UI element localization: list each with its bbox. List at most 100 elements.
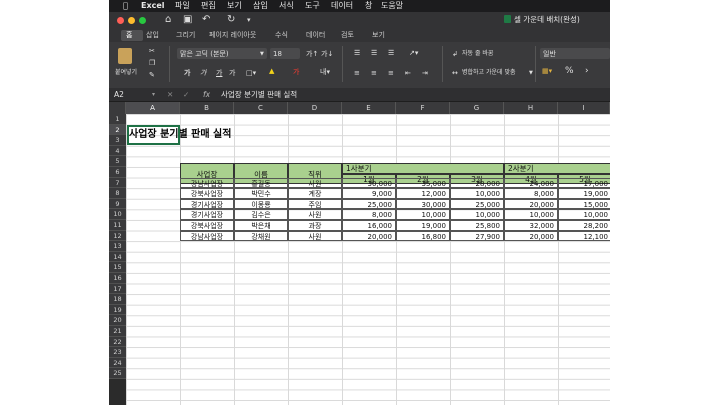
column-header-c[interactable]: C: [234, 102, 288, 114]
table-cell[interactable]: 8,000: [504, 188, 558, 199]
table-cell[interactable]: 17,000: [558, 177, 610, 189]
table-cell[interactable]: 강채원: [234, 230, 288, 242]
tab-data[interactable]: 데이터: [306, 29, 325, 42]
tab-review[interactable]: 검토: [341, 29, 354, 42]
bold-button[interactable]: 가: [184, 68, 190, 78]
row-header[interactable]: 7: [109, 177, 126, 189]
table-cell[interactable]: 25,800: [450, 220, 504, 231]
table-cell[interactable]: 사원: [288, 177, 342, 189]
row-header[interactable]: 14: [109, 251, 126, 263]
tab-page-layout[interactable]: 페이지 레이아웃: [209, 29, 256, 42]
row-header[interactable]: 25: [109, 368, 126, 379]
header-q2[interactable]: 2사분기: [504, 163, 610, 174]
wrap-text-icon[interactable]: ↲: [452, 49, 458, 59]
table-cell[interactable]: 사원: [288, 230, 342, 242]
apple-icon[interactable]: : [123, 0, 128, 12]
minimize-window-button[interactable]: [128, 17, 135, 24]
decrease-indent-icon[interactable]: ⇤: [405, 68, 411, 78]
font-shrink-button[interactable]: 가↓: [321, 49, 333, 59]
table-cell[interactable]: 25,000: [450, 198, 504, 210]
font-grow-button[interactable]: 가↑: [306, 49, 318, 59]
menu-help[interactable]: 도움말: [381, 0, 403, 12]
column-header-b[interactable]: B: [180, 102, 234, 114]
table-cell[interactable]: 과장: [288, 220, 342, 231]
increase-indent-icon[interactable]: ⇥: [422, 68, 428, 78]
tab-formulas[interactable]: 수식: [275, 29, 288, 42]
copy-icon[interactable]: ❐: [149, 58, 155, 68]
table-cell[interactable]: 계장: [288, 188, 342, 199]
column-header-g[interactable]: G: [450, 102, 504, 114]
accounting-format-icon[interactable]: ▦▾: [542, 66, 552, 76]
close-window-button[interactable]: [117, 17, 124, 24]
row-header[interactable]: 19: [109, 304, 126, 316]
table-cell[interactable]: 28,000: [450, 177, 504, 189]
table-cell[interactable]: 19,000: [396, 220, 450, 231]
column-header-f[interactable]: F: [396, 102, 450, 114]
table-cell[interactable]: 12,000: [396, 188, 450, 199]
table-cell[interactable]: 8,000: [342, 209, 396, 220]
align-bottom-icon[interactable]: ☰: [388, 48, 394, 58]
app-name-menu[interactable]: Excel: [141, 0, 165, 12]
formula-input[interactable]: 사업장 분기별 판매 실적: [221, 88, 297, 101]
menu-insert[interactable]: 삽입: [253, 0, 268, 12]
table-cell[interactable]: 16,800: [396, 230, 450, 242]
table-cell[interactable]: 10,000: [558, 209, 610, 220]
merge-center-icon[interactable]: ↔: [452, 68, 458, 78]
paste-label[interactable]: 붙여넣기: [115, 68, 137, 78]
align-right-icon[interactable]: ≡: [388, 68, 394, 78]
row-header[interactable]: 2: [109, 124, 126, 136]
tab-draw[interactable]: 그리기: [176, 29, 195, 42]
tab-view[interactable]: 보기: [372, 29, 385, 42]
menu-data[interactable]: 데이터: [331, 0, 353, 12]
percent-style-button[interactable]: %: [565, 66, 574, 76]
table-cell[interactable]: 20,000: [504, 230, 558, 242]
column-header-i[interactable]: I: [558, 102, 610, 114]
table-cell[interactable]: 홍길동: [234, 177, 288, 189]
table-cell[interactable]: 27,900: [450, 230, 504, 242]
table-cell[interactable]: 28,200: [558, 220, 610, 231]
table-cell[interactable]: 사원: [288, 209, 342, 220]
row-header[interactable]: 4: [109, 145, 126, 157]
font-color-icon[interactable]: 가: [293, 67, 299, 77]
orientation-icon[interactable]: ↗▾: [409, 48, 418, 58]
table-cell[interactable]: 20,000: [504, 198, 558, 210]
fill-color-icon[interactable]: ▲: [269, 66, 274, 76]
zoom-window-button[interactable]: [139, 17, 146, 24]
table-cell[interactable]: 32,000: [504, 220, 558, 231]
table-cell[interactable]: 경기사업장: [180, 198, 234, 210]
table-cell[interactable]: 강남사업장: [180, 177, 234, 189]
row-header[interactable]: 1: [109, 114, 126, 125]
table-cell[interactable]: 10,000: [450, 209, 504, 220]
table-cell[interactable]: 15,000: [558, 198, 610, 210]
merge-center-button[interactable]: 병합하고 가운데 맞춤: [462, 68, 516, 78]
comma-style-button[interactable]: ›: [585, 66, 589, 76]
align-left-icon[interactable]: ≡: [354, 68, 360, 78]
table-cell[interactable]: 30,000: [342, 177, 396, 189]
row-header[interactable]: 9: [109, 198, 126, 210]
customize-toolbar-icon[interactable]: ▾: [247, 13, 251, 27]
row-header[interactable]: 5: [109, 156, 126, 167]
table-cell[interactable]: 10,000: [504, 209, 558, 220]
name-box[interactable]: A2: [114, 88, 124, 101]
menu-tools[interactable]: 도구: [305, 0, 320, 12]
table-cell[interactable]: 24,000: [504, 177, 558, 189]
row-header[interactable]: 20: [109, 315, 126, 326]
table-cell[interactable]: 9,000: [342, 188, 396, 199]
wrap-text-button[interactable]: 자동 줄 바꿈: [462, 49, 493, 59]
table-cell[interactable]: 10,000: [450, 188, 504, 199]
select-all-corner[interactable]: [109, 102, 126, 114]
save-icon[interactable]: ▣: [183, 13, 192, 27]
clipboard-icon[interactable]: [118, 48, 132, 64]
menu-window[interactable]: 창: [365, 0, 372, 12]
table-cell[interactable]: 박민수: [234, 188, 288, 199]
format-painter-icon[interactable]: ✎: [149, 70, 155, 80]
table-cell[interactable]: 25,000: [342, 198, 396, 210]
menu-edit[interactable]: 편집: [201, 0, 216, 12]
row-header[interactable]: 22: [109, 336, 126, 348]
menu-file[interactable]: 파일: [175, 0, 190, 12]
strikethrough-button[interactable]: 가: [229, 68, 235, 78]
column-header-h[interactable]: H: [504, 102, 558, 114]
header-q1[interactable]: 1사분기: [342, 163, 504, 174]
align-middle-icon[interactable]: ☰: [371, 48, 377, 58]
menu-format[interactable]: 서식: [279, 0, 294, 12]
